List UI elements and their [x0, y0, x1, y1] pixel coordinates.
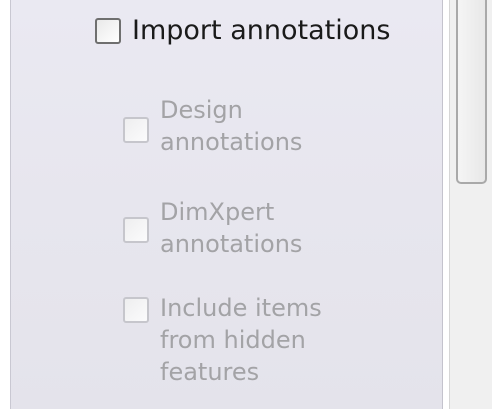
scrollbar-thumb[interactable]: [456, 0, 487, 184]
property-manager-frame: Import annotations Design annotations Di…: [0, 0, 492, 409]
hidden-features-label: Include items from hidden features: [160, 292, 322, 388]
design-annotations-label-line1: Design: [160, 96, 243, 124]
design-annotations-checkbox[interactable]: [123, 117, 149, 143]
vertical-scrollbar[interactable]: [449, 0, 492, 409]
dimxpert-annotations-label-line2: annotations: [160, 230, 303, 258]
dimxpert-annotations-label-line1: DimXpert: [160, 198, 275, 226]
dimxpert-annotations-option[interactable]: DimXpert annotations: [123, 196, 302, 260]
dimxpert-annotations-label: DimXpert annotations: [160, 196, 302, 260]
import-options-panel: Import annotations Design annotations Di…: [10, 0, 443, 409]
dimxpert-annotations-checkbox[interactable]: [123, 217, 149, 243]
import-annotations-option[interactable]: Import annotations: [95, 14, 390, 48]
hidden-features-label-line1: Include items: [160, 294, 322, 322]
import-annotations-checkbox[interactable]: [95, 18, 121, 44]
design-annotations-label-line2: annotations: [160, 128, 303, 156]
hidden-features-checkbox[interactable]: [123, 297, 149, 323]
hidden-features-label-line2: from hidden: [160, 326, 306, 354]
design-annotations-option[interactable]: Design annotations: [123, 94, 302, 158]
hidden-features-option[interactable]: Include items from hidden features: [123, 292, 322, 388]
hidden-features-label-line3: features: [160, 358, 260, 386]
design-annotations-label: Design annotations: [160, 94, 302, 158]
import-annotations-label: Import annotations: [132, 15, 391, 46]
